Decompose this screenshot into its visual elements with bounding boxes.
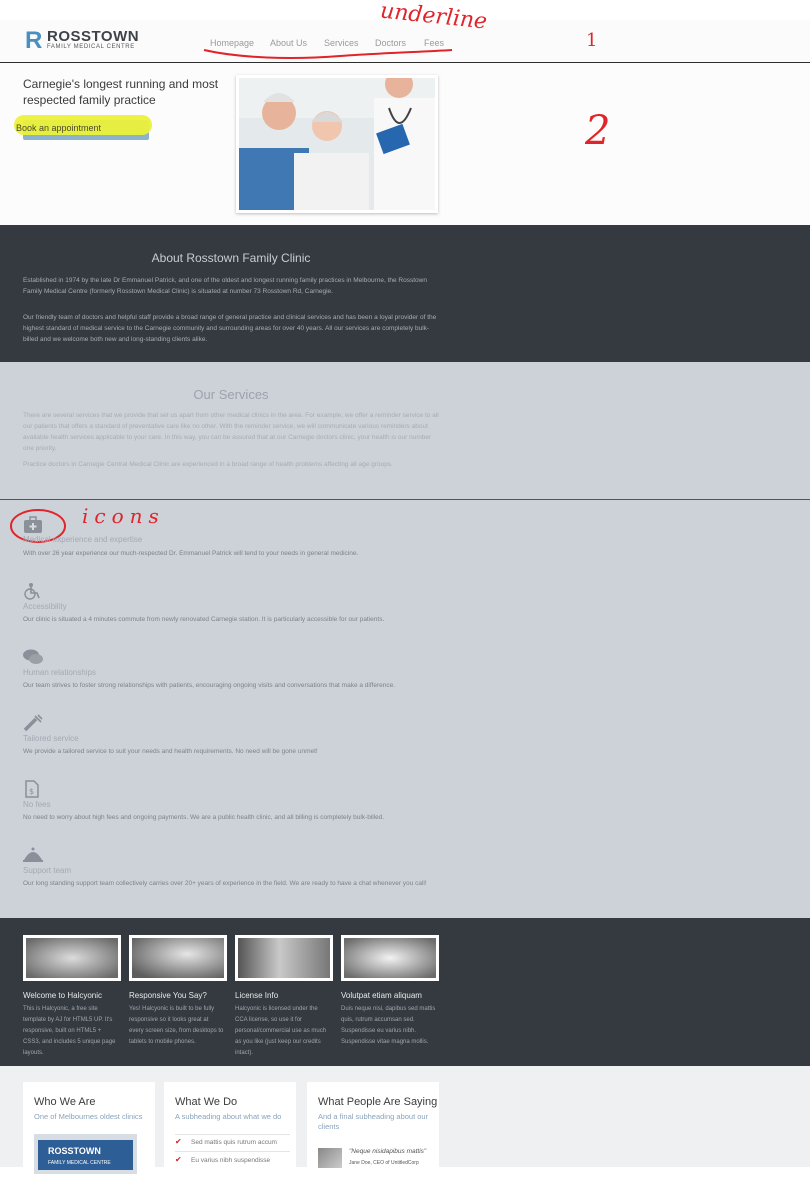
svg-text:$: $: [29, 787, 34, 796]
services-section: Our Services There are several services …: [0, 362, 810, 918]
testimonial-quote: "Neque nisidapibus mattis": [349, 1148, 427, 1155]
feature-text-4: Duis neque nisi, dapibus sed mattis quis…: [341, 1006, 436, 1045]
feature-text-2: Yes! Halcyonic is built to be fully resp…: [129, 1006, 224, 1045]
feature-title-1: Welcome to Halcyonic: [23, 991, 102, 1000]
logo-name: ROSSTOWN: [47, 28, 140, 45]
service-title-2: Accessibility: [23, 602, 67, 611]
feature-thumbnail-3[interactable]: [235, 935, 333, 981]
check-icon: ✔: [175, 1155, 182, 1164]
bottom-section: Who We Are One of Melbournes oldest clin…: [0, 1066, 810, 1174]
features-section: Welcome to Halcyonic Responsive You Say?…: [0, 918, 810, 1066]
feature-text-3: Halcyonic is licensed under the CCA lice…: [235, 1006, 327, 1056]
card-title-2: What We Do: [175, 1096, 238, 1108]
feature-thumbnail-2[interactable]: [129, 935, 227, 981]
annotation-number-2: 2: [585, 108, 611, 154]
card-title-3: What People Are Saying: [318, 1096, 438, 1108]
hero-section: Carnegie's longest running and most resp…: [0, 63, 810, 225]
book-appointment-label[interactable]: Book an appointment: [16, 123, 101, 133]
avatar: [318, 1148, 342, 1168]
syringe-icon: [23, 714, 43, 732]
services-title: Our Services: [193, 387, 269, 402]
card-testimonials: What People Are Saying And a final subhe…: [307, 1082, 439, 1172]
feature-title-3: License Info: [235, 991, 279, 1000]
svg-text:ROSSTOWN: ROSSTOWN: [48, 1146, 101, 1156]
card-list-item-1: Sed mattis quis rutrum accum: [191, 1139, 277, 1146]
feature-title-2: Responsive You Say?: [129, 991, 207, 1000]
services-paragraph-1: There are several services that we provi…: [23, 412, 439, 452]
annotation-underline-stroke: [203, 49, 453, 59]
service-desc-6: Our long standing support team collectiv…: [23, 880, 427, 887]
annotation-number-1: 1: [586, 30, 598, 51]
logo-subtitle: FAMILY MEDICAL CENTRE: [47, 44, 135, 50]
feature-text-1: This is Halcyonic, a free site template …: [23, 1006, 116, 1056]
site-logo[interactable]: R ROSSTOWN FAMILY MEDICAL CENTRE: [25, 27, 145, 54]
card-subtitle-3: And a final subheading about our clients: [318, 1112, 429, 1131]
services-paragraph-2: Practice doctors in Carnegie Central Med…: [23, 461, 393, 468]
card-subtitle-1: One of Melbournes oldest clinics: [34, 1112, 143, 1121]
service-title-4: Tailored service: [23, 734, 79, 743]
about-section: About Rosstown Family Clinic Established…: [0, 225, 810, 362]
card-divider: [175, 1134, 290, 1135]
hero-image: [239, 78, 435, 210]
testimonial-author: Jane Doe, CEO of UntitledCorp: [349, 1160, 419, 1166]
feature-thumbnail-4[interactable]: [341, 935, 439, 981]
service-desc-1: With over 26 year experience our much-re…: [23, 550, 359, 557]
feature-title-4: Volutpat etiam aliquam: [341, 991, 422, 1000]
logo-mark: R: [25, 27, 43, 54]
service-title-1: Medical experience and expertise: [23, 535, 143, 544]
card-what-we-do: What We Do A subheading about what we do…: [164, 1082, 296, 1172]
chat-bubbles-icon: [23, 649, 43, 664]
about-paragraph-1: Established in 1974 by the late Dr Emman…: [23, 277, 427, 295]
feature-thumbnail-1[interactable]: [23, 935, 121, 981]
card-divider: [175, 1151, 290, 1152]
svg-text:FAMILY MEDICAL CENTRE: FAMILY MEDICAL CENTRE: [48, 1160, 111, 1166]
card-subtitle-2: A subheading about what we do: [175, 1112, 282, 1121]
annotation-icons-text: icons: [82, 504, 165, 528]
service-desc-5: No need to worry about high fees and ong…: [23, 814, 385, 821]
service-title-5: No fees: [23, 800, 51, 809]
service-desc-4: We provide a tailored service to suit yo…: [23, 748, 318, 755]
check-icon: ✔: [175, 1137, 182, 1146]
card-who-we-are: Who We Are One of Melbournes oldest clin…: [23, 1082, 155, 1174]
about-title: About Rosstown Family Clinic: [151, 251, 311, 265]
hero-image-frame: [236, 75, 438, 213]
wheelchair-icon: [24, 583, 40, 600]
service-bell-icon: [23, 847, 43, 862]
card-title-1: Who We Are: [34, 1096, 96, 1108]
service-desc-3: Our team strives to foster strong relati…: [23, 682, 396, 689]
hero-title: Carnegie's longest running and most resp…: [23, 77, 219, 107]
clinic-sign-image: ROSSTOWN FAMILY MEDICAL CENTRE: [34, 1134, 137, 1174]
card-list-item-2: Eu varius nibh suspendisse: [191, 1157, 271, 1164]
service-desc-2: Our clinic is situated a 4 minutes commu…: [23, 616, 385, 623]
medical-kit-icon: [24, 516, 42, 533]
service-title-6: Support team: [23, 866, 72, 875]
services-divider: [0, 499, 810, 500]
document-icon: $: [25, 780, 39, 798]
about-paragraph-2: Our friendly team of doctors and helpful…: [23, 314, 437, 343]
service-title-3: Human relationships: [23, 668, 96, 677]
